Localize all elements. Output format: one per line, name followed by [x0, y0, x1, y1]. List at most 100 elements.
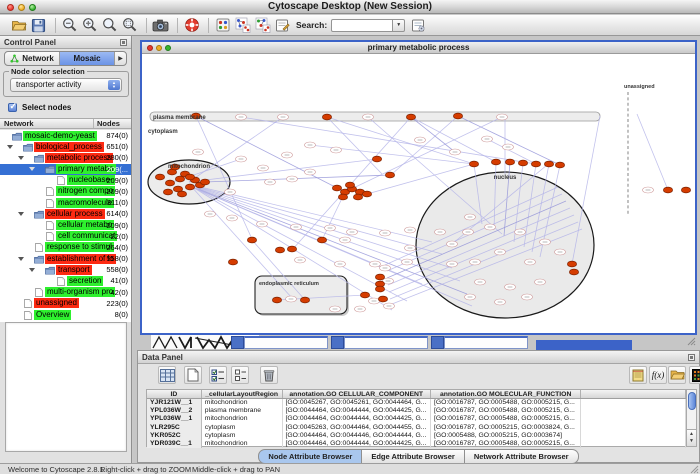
- column-header[interactable]: ID: [147, 390, 202, 398]
- table-row[interactable]: YPL036W__1mitochondrion[GO:0044464, GO:0…: [147, 415, 686, 423]
- network-node[interactable]: [155, 174, 164, 180]
- tree-expander-icon[interactable]: [18, 156, 24, 160]
- function-builder-icon[interactable]: f(x): [649, 366, 667, 384]
- network-node[interactable]: [681, 187, 690, 193]
- network-node[interactable]: [453, 113, 462, 119]
- tree-expander-icon[interactable]: [7, 145, 13, 149]
- table-cell[interactable]: [GO:0044464, GO:0044444, GO:0044425, G..…: [283, 440, 431, 448]
- background-window-fragment[interactable]: [331, 336, 344, 349]
- region-nucleus[interactable]: [416, 172, 594, 318]
- tree-header-nodes[interactable]: Nodes: [97, 119, 120, 129]
- tree-expander-icon[interactable]: [18, 257, 24, 261]
- node-color-select[interactable]: transporter activity ▲▼: [10, 78, 122, 92]
- network-node[interactable]: [317, 237, 326, 243]
- scroll-up-icon[interactable]: ▲: [689, 431, 694, 438]
- snapshot-camera-icon[interactable]: [152, 17, 169, 34]
- network-node[interactable]: [544, 161, 553, 167]
- table-cell[interactable]: [GO:0044464, GO:0044444, GO:0044425, G..…: [283, 407, 431, 415]
- network-node[interactable]: [372, 156, 381, 162]
- scroll-down-icon[interactable]: ▼: [689, 438, 694, 445]
- table-cell[interactable]: mitochondrion: [202, 399, 283, 407]
- network-node[interactable]: [491, 159, 500, 165]
- attribute-grid-icon[interactable]: [214, 17, 231, 34]
- delete-attribute-icon[interactable]: [260, 366, 278, 384]
- tab-scroll-right-icon[interactable]: ▶: [115, 52, 126, 65]
- scrollbar-arrows[interactable]: ▲▼: [687, 429, 696, 446]
- tree-row[interactable]: response to stimul264(0): [0, 242, 131, 253]
- table-cell[interactable]: cytoplasm: [202, 432, 283, 440]
- column-header[interactable]: annotation.GO MOLECULAR_FUNCTION: [431, 390, 581, 398]
- network-node[interactable]: [185, 174, 194, 180]
- row-id-cell[interactable]: YDR039C__1: [147, 440, 202, 448]
- select-nodes-checkbox[interactable]: [8, 103, 17, 112]
- network-node[interactable]: [569, 269, 578, 275]
- network-node[interactable]: [185, 184, 194, 190]
- background-window-fragment[interactable]: [244, 336, 328, 349]
- tree-row[interactable]: cellular metabo209(0): [0, 220, 131, 231]
- table-cell[interactable]: [581, 399, 686, 407]
- zoom-in-icon[interactable]: [81, 17, 98, 34]
- network-node[interactable]: [360, 292, 369, 298]
- tree-row[interactable]: primary metabo209(...: [0, 164, 131, 175]
- network-node[interactable]: [385, 172, 394, 178]
- table-cell[interactable]: mitochondrion: [202, 440, 283, 448]
- network-node[interactable]: [531, 161, 540, 167]
- table-cell[interactable]: [581, 407, 686, 415]
- tree-row[interactable]: cell communicat22(0): [0, 231, 131, 242]
- network-window-titlebar[interactable]: primary metabolic process: [142, 42, 695, 54]
- table-cell[interactable]: [GO:0016787, GO:0005488, GO:0005215, G..…: [431, 440, 581, 448]
- tree-row[interactable]: biological_process651(0): [0, 141, 131, 152]
- tab-mosaic[interactable]: Mosaic: [60, 52, 115, 65]
- table-row[interactable]: YLR295Ccytoplasm[GO:0045263, GO:0044464,…: [147, 424, 686, 432]
- network-node[interactable]: [272, 297, 281, 303]
- float-panel-icon[interactable]: [120, 39, 127, 46]
- background-window-fragment[interactable]: [444, 336, 528, 349]
- network-node[interactable]: [406, 114, 415, 120]
- table-cell[interactable]: [GO:0005488, GO:0005215, GO:0003674]: [431, 432, 581, 440]
- float-panel-icon[interactable]: [688, 354, 695, 361]
- table-cell[interactable]: [581, 432, 686, 440]
- network-node[interactable]: [378, 296, 387, 302]
- network-node[interactable]: [165, 180, 174, 186]
- zoom-selected-icon[interactable]: [121, 17, 138, 34]
- network-node[interactable]: [505, 159, 514, 165]
- zoom-out-icon[interactable]: [61, 17, 78, 34]
- network-node[interactable]: [163, 189, 172, 195]
- tree-row[interactable]: mosaic-demo-yeast874(0): [0, 130, 131, 141]
- network-node[interactable]: [322, 114, 331, 120]
- table-cell[interactable]: [GO:0045263, GO:0044464, GO:0044455, G..…: [283, 424, 431, 432]
- network-node[interactable]: [247, 237, 256, 243]
- search-options-icon[interactable]: [410, 17, 427, 34]
- layout-nodes-a-icon[interactable]: [234, 17, 251, 34]
- table-cell[interactable]: cytoplasm: [202, 424, 283, 432]
- table-cell[interactable]: [GO:0016787, GO:0005215, GO:0003824, G..…: [431, 424, 581, 432]
- zoom-fit-icon[interactable]: [101, 17, 118, 34]
- tree-row[interactable]: multi-organism pro42(0): [0, 287, 131, 298]
- table-row[interactable]: YPL036W__2plasma membrane[GO:0044464, GO…: [147, 407, 686, 415]
- search-input[interactable]: [331, 19, 393, 32]
- table-cell[interactable]: [GO:0044464, GO:0044444, GO:0044425, G..…: [283, 415, 431, 423]
- column-header[interactable]: [581, 390, 686, 398]
- attribute-table-icon[interactable]: [158, 366, 176, 384]
- network-node[interactable]: [287, 246, 296, 252]
- notepad-icon[interactable]: [629, 366, 647, 384]
- network-node[interactable]: [338, 194, 347, 200]
- tab-node-attribute-browser[interactable]: Node Attribute Browser: [258, 449, 362, 464]
- tree-row[interactable]: transport558(0): [0, 264, 131, 275]
- network-node[interactable]: [469, 161, 478, 167]
- tab-edge-attribute-browser[interactable]: Edge Attribute Browser: [362, 449, 464, 464]
- tree-row[interactable]: macromolecule311(0): [0, 197, 131, 208]
- unselect-attributes-icon[interactable]: [231, 366, 249, 384]
- table-cell[interactable]: [581, 440, 686, 448]
- vizmapper-icon[interactable]: [274, 17, 291, 34]
- birds-eye-view[interactable]: [5, 322, 127, 452]
- tree-row[interactable]: metabolic process280(0): [0, 152, 131, 163]
- save-icon[interactable]: [30, 17, 47, 34]
- window-resize-grip[interactable]: [686, 336, 696, 346]
- search-dropdown-icon[interactable]: ▼: [393, 19, 405, 32]
- table-cell[interactable]: [GO:0016787, GO:0005488, GO:0005215, G..…: [431, 399, 581, 407]
- table-cell[interactable]: mitochondrion: [202, 415, 283, 423]
- tree-row[interactable]: establishment of lo558(0): [0, 253, 131, 264]
- background-window-fragment[interactable]: [431, 336, 444, 349]
- network-node[interactable]: [518, 160, 527, 166]
